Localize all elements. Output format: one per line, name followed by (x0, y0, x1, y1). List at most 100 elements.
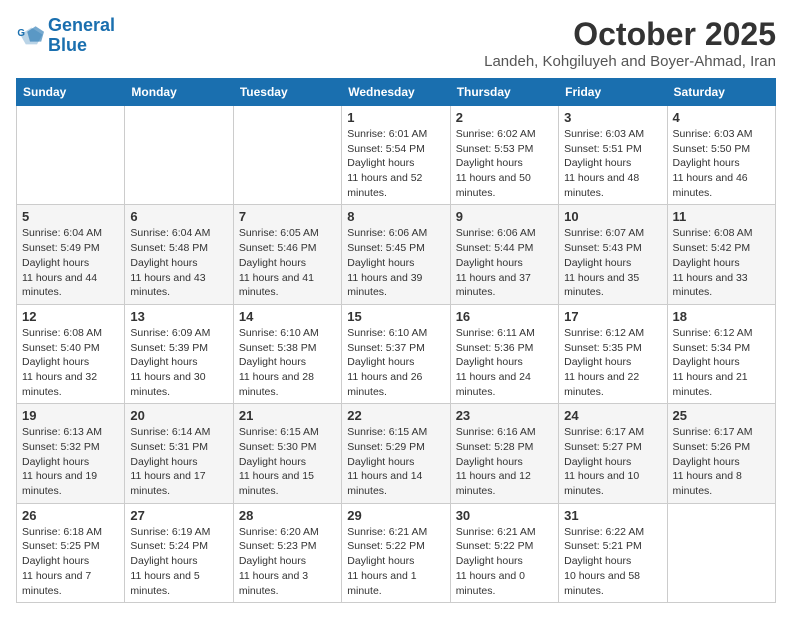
calendar-cell: 24 Sunrise: 6:17 AMSunset: 5:27 PMDayligh… (559, 404, 667, 503)
day-number: 16 (456, 309, 553, 324)
day-detail: Sunrise: 6:08 AMSunset: 5:42 PMDaylight … (673, 226, 770, 299)
day-number: 15 (347, 309, 444, 324)
day-number: 20 (130, 408, 227, 423)
day-number: 9 (456, 209, 553, 224)
calendar-cell: 23Sunrise: 6:16 AMSunset: 5:28 PMDayligh… (450, 404, 558, 503)
weekday-header-tuesday: Tuesday (233, 79, 341, 106)
day-detail: Sunrise: 6:21 AMSunset: 5:22 PMDaylight … (456, 525, 553, 598)
day-number: 21 (239, 408, 336, 423)
day-detail: Sunrise: 6:14 AMSunset: 5:31 PMDaylight … (130, 425, 227, 498)
day-number: 18 (673, 309, 770, 324)
calendar-cell: 31Sunrise: 6:22 AMSunset: 5:21 PMDayligh… (559, 503, 667, 602)
day-number: 27 (130, 508, 227, 523)
calendar-cell: 18 Sunrise: 6:12 AMSunset: 5:34 PMDayligh… (667, 304, 775, 403)
calendar-cell: 7Sunrise: 6:05 AMSunset: 5:46 PMDaylight… (233, 205, 341, 304)
weekday-header-friday: Friday (559, 79, 667, 106)
calendar-cell: 9 Sunrise: 6:06 AMSunset: 5:44 PMDaylight… (450, 205, 558, 304)
day-detail: Sunrise: 6:06 AMSunset: 5:44 PMDaylight … (456, 226, 553, 299)
weekday-header-thursday: Thursday (450, 79, 558, 106)
day-number: 17 (564, 309, 661, 324)
calendar-cell: 20 Sunrise: 6:14 AMSunset: 5:31 PMDayligh… (125, 404, 233, 503)
day-number: 8 (347, 209, 444, 224)
logo-text: General Blue (48, 16, 115, 56)
day-detail: Sunrise: 6:19 AMSunset: 5:24 PMDaylight … (130, 525, 227, 598)
calendar-cell (125, 106, 233, 205)
calendar-cell: 22 Sunrise: 6:15 AMSunset: 5:29 PMDayligh… (342, 404, 450, 503)
day-detail: Sunrise: 6:12 AMSunset: 5:35 PMDaylight … (564, 326, 661, 399)
logo-line1: General (48, 15, 115, 35)
weekday-header-wednesday: Wednesday (342, 79, 450, 106)
day-number: 11 (673, 209, 770, 224)
day-number: 1 (347, 110, 444, 125)
calendar-week-row: 1 Sunrise: 6:01 AMSunset: 5:54 PMDaylight… (17, 106, 776, 205)
day-detail: Sunrise: 6:15 AMSunset: 5:29 PMDaylight … (347, 425, 444, 498)
calendar-cell: 17 Sunrise: 6:12 AMSunset: 5:35 PMDayligh… (559, 304, 667, 403)
weekday-header-sunday: Sunday (17, 79, 125, 106)
weekday-header-saturday: Saturday (667, 79, 775, 106)
month-title: October 2025 (484, 16, 776, 53)
calendar-cell: 26 Sunrise: 6:18 AMSunset: 5:25 PMDayligh… (17, 503, 125, 602)
day-detail: Sunrise: 6:10 AMSunset: 5:38 PMDaylight … (239, 326, 336, 399)
day-detail: Sunrise: 6:17 AMSunset: 5:27 PMDaylight … (564, 425, 661, 498)
calendar-cell: 25 Sunrise: 6:17 AMSunset: 5:26 PMDayligh… (667, 404, 775, 503)
calendar-cell: 29 Sunrise: 6:21 AMSunset: 5:22 PMDayligh… (342, 503, 450, 602)
calendar-cell (17, 106, 125, 205)
day-number: 4 (673, 110, 770, 125)
calendar-cell: 12Sunrise: 6:08 AMSunset: 5:40 PMDayligh… (17, 304, 125, 403)
calendar-cell: 15Sunrise: 6:10 AMSunset: 5:37 PMDayligh… (342, 304, 450, 403)
day-detail: Sunrise: 6:01 AMSunset: 5:54 PMDaylight … (347, 127, 444, 200)
day-detail: Sunrise: 6:06 AMSunset: 5:45 PMDaylight … (347, 226, 444, 299)
day-number: 12 (22, 309, 119, 324)
weekday-header-row: SundayMondayTuesdayWednesdayThursdayFrid… (17, 79, 776, 106)
day-number: 6 (130, 209, 227, 224)
day-detail: Sunrise: 6:15 AMSunset: 5:30 PMDaylight … (239, 425, 336, 498)
calendar-cell: 19Sunrise: 6:13 AMSunset: 5:32 PMDayligh… (17, 404, 125, 503)
calendar-cell: 28 Sunrise: 6:20 AMSunset: 5:23 PMDayligh… (233, 503, 341, 602)
calendar-cell: 2 Sunrise: 6:02 AMSunset: 5:53 PMDaylight… (450, 106, 558, 205)
day-number: 23 (456, 408, 553, 423)
day-number: 29 (347, 508, 444, 523)
day-detail: Sunrise: 6:13 AMSunset: 5:32 PMDaylight … (22, 425, 119, 498)
day-detail: Sunrise: 6:09 AMSunset: 5:39 PMDaylight … (130, 326, 227, 399)
calendar-cell (233, 106, 341, 205)
calendar-cell: 6 Sunrise: 6:04 AMSunset: 5:48 PMDaylight… (125, 205, 233, 304)
calendar-cell: 4 Sunrise: 6:03 AMSunset: 5:50 PMDaylight… (667, 106, 775, 205)
day-number: 22 (347, 408, 444, 423)
day-detail: Sunrise: 6:20 AMSunset: 5:23 PMDaylight … (239, 525, 336, 598)
day-number: 26 (22, 508, 119, 523)
day-detail: Sunrise: 6:04 AMSunset: 5:48 PMDaylight … (130, 226, 227, 299)
calendar-cell: 16 Sunrise: 6:11 AMSunset: 5:36 PMDayligh… (450, 304, 558, 403)
day-number: 24 (564, 408, 661, 423)
weekday-header-monday: Monday (125, 79, 233, 106)
day-detail: Sunrise: 6:03 AMSunset: 5:50 PMDaylight … (673, 127, 770, 200)
calendar-week-row: 26 Sunrise: 6:18 AMSunset: 5:25 PMDayligh… (17, 503, 776, 602)
logo-icon: G (16, 22, 44, 50)
location-title: Landeh, Kohgiluyeh and Boyer-Ahmad, Iran (484, 53, 776, 70)
day-number: 30 (456, 508, 553, 523)
title-section: October 2025 Landeh, Kohgiluyeh and Boye… (484, 16, 776, 70)
calendar-cell: 27 Sunrise: 6:19 AMSunset: 5:24 PMDayligh… (125, 503, 233, 602)
page-header: G General Blue October 2025 Landeh, Kohg… (16, 16, 776, 70)
logo-line2: Blue (48, 35, 87, 55)
day-detail: Sunrise: 6:21 AMSunset: 5:22 PMDaylight … (347, 525, 444, 598)
day-number: 2 (456, 110, 553, 125)
day-detail: Sunrise: 6:03 AMSunset: 5:51 PMDaylight … (564, 127, 661, 200)
day-detail: Sunrise: 6:18 AMSunset: 5:25 PMDaylight … (22, 525, 119, 598)
calendar-cell: 1 Sunrise: 6:01 AMSunset: 5:54 PMDaylight… (342, 106, 450, 205)
day-number: 28 (239, 508, 336, 523)
calendar: SundayMondayTuesdayWednesdayThursdayFrid… (16, 78, 776, 603)
calendar-cell: 14Sunrise: 6:10 AMSunset: 5:38 PMDayligh… (233, 304, 341, 403)
calendar-cell: 30 Sunrise: 6:21 AMSunset: 5:22 PMDayligh… (450, 503, 558, 602)
day-detail: Sunrise: 6:11 AMSunset: 5:36 PMDaylight … (456, 326, 553, 399)
day-detail: Sunrise: 6:05 AMSunset: 5:46 PMDaylight … (239, 226, 336, 299)
day-number: 3 (564, 110, 661, 125)
day-detail: Sunrise: 6:12 AMSunset: 5:34 PMDaylight … (673, 326, 770, 399)
day-number: 10 (564, 209, 661, 224)
calendar-cell: 8 Sunrise: 6:06 AMSunset: 5:45 PMDaylight… (342, 205, 450, 304)
day-detail: Sunrise: 6:02 AMSunset: 5:53 PMDaylight … (456, 127, 553, 200)
day-number: 25 (673, 408, 770, 423)
day-detail: Sunrise: 6:04 AMSunset: 5:49 PMDaylight … (22, 226, 119, 299)
calendar-cell (667, 503, 775, 602)
day-detail: Sunrise: 6:17 AMSunset: 5:26 PMDaylight … (673, 425, 770, 498)
calendar-week-row: 12Sunrise: 6:08 AMSunset: 5:40 PMDayligh… (17, 304, 776, 403)
